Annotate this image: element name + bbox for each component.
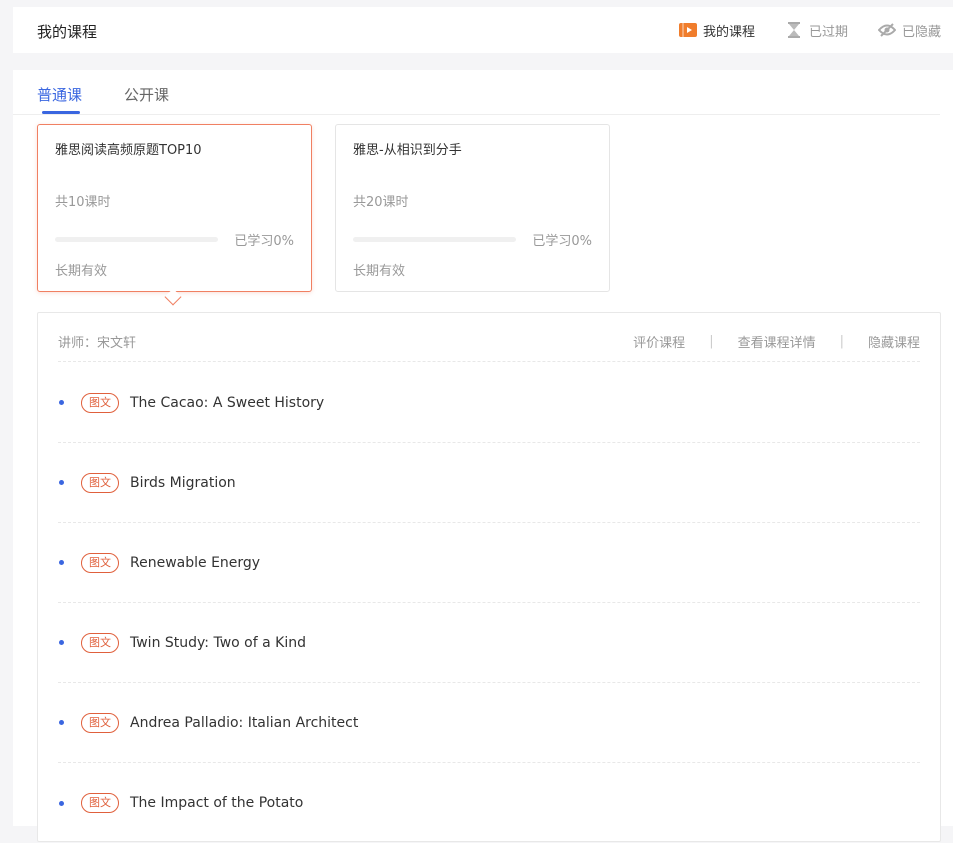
lesson-item[interactable]: 图文 Twin Study: Two of a Kind [58, 603, 920, 683]
lesson-type-badge: 图文 [81, 712, 119, 733]
lesson-type-badge: 图文 [81, 632, 119, 653]
play-icon [678, 21, 697, 39]
nav-label: 我的课程 [702, 24, 755, 40]
course-details-link[interactable]: 查看课程详情 [738, 332, 816, 351]
bullet-dot [59, 560, 64, 565]
lesson-title: The Impact of the Potato [130, 795, 304, 811]
lesson-type-badge: 图文 [81, 552, 119, 573]
main-content: 普通课 公开课 雅思阅读高频原题TOP10 共10课时 已学习0% 长期有效 雅… [13, 70, 953, 842]
bullet-dot [59, 400, 64, 405]
course-validity: 长期有效 [353, 264, 406, 279]
lesson-title: Andrea Palladio: Italian Architect [130, 714, 359, 731]
teacher-name: 讲师：宋文轩 [58, 336, 137, 351]
lesson-title: The Cacao: A Sweet History [130, 394, 325, 411]
hourglass-icon [785, 21, 803, 39]
bullet-dot [59, 640, 64, 645]
page-title: 我的课程 [37, 23, 98, 41]
nav-expired[interactable]: 已过期 [785, 21, 848, 40]
course-lessons: 共10课时 [55, 195, 111, 210]
course-card[interactable]: 雅思-从相识到分手 共20课时 已学习0% 长期有效 [335, 124, 610, 292]
lesson-item[interactable]: 图文 The Impact of the Potato [58, 763, 920, 843]
lesson-list: 图文 The Cacao: A Sweet History 图文 Birds M… [58, 363, 920, 843]
course-title: 雅思阅读高频原题TOP10 [55, 143, 202, 158]
divider: | [839, 334, 844, 349]
course-detail-panel: 讲师：宋文轩 评价课程 | 查看课程详情 | 隐藏课程 图文 The Cacao… [37, 312, 941, 842]
bullet-dot [59, 720, 64, 725]
divider: | [709, 334, 714, 349]
progress-text: 已学习0% [234, 234, 294, 249]
lesson-item[interactable]: 图文 The Cacao: A Sweet History [58, 363, 920, 443]
hide-course-link[interactable]: 隐藏课程 [868, 332, 920, 351]
lesson-type-badge: 图文 [81, 472, 119, 493]
lesson-type-badge: 图文 [81, 793, 119, 813]
tab-public[interactable]: 公开课 [124, 84, 169, 105]
lesson-item[interactable]: 图文 Andrea Palladio: Italian Architect [58, 683, 920, 763]
tab-underline [42, 111, 80, 114]
lesson-title: Renewable Energy [130, 554, 261, 571]
bullet-dot [59, 800, 64, 806]
header-nav: 我的课程 已过期 已隐藏 [649, 7, 941, 53]
course-lessons: 共20课时 [353, 195, 409, 210]
progress-bar [353, 237, 516, 242]
lesson-title: Twin Study: Two of a Kind [130, 634, 306, 651]
detail-actions: 评价课程 | 查看课程详情 | 隐藏课程 [633, 332, 920, 351]
tab-regular[interactable]: 普通课 [37, 84, 82, 105]
eye-off-icon [877, 21, 896, 39]
lesson-item[interactable]: 图文 Birds Migration [58, 443, 920, 523]
lesson-type-badge: 图文 [81, 392, 119, 413]
course-validity: 长期有效 [55, 264, 108, 279]
course-card[interactable]: 雅思阅读高频原题TOP10 共10课时 已学习0% 长期有效 [37, 124, 312, 292]
nav-label: 已隐藏 [901, 24, 941, 40]
progress-bar [55, 237, 218, 242]
progress-text: 已学习0% [532, 234, 592, 249]
detail-header: 讲师：宋文轩 评价课程 | 查看课程详情 | 隐藏课程 [58, 313, 920, 362]
course-tabs: 普通课 公开课 [13, 70, 940, 115]
rate-course-link[interactable]: 评价课程 [633, 332, 685, 351]
nav-label: 已过期 [808, 24, 848, 40]
course-title: 雅思-从相识到分手 [353, 143, 462, 158]
nav-my-courses[interactable]: 我的课程 [678, 21, 755, 40]
lesson-item[interactable]: 图文 Renewable Energy [58, 523, 920, 603]
nav-hidden[interactable]: 已隐藏 [877, 21, 941, 40]
bullet-dot [59, 480, 64, 485]
lesson-title: Birds Migration [130, 474, 236, 491]
top-header: 我的课程 我的课程 已过期 已隐藏 [13, 7, 953, 53]
